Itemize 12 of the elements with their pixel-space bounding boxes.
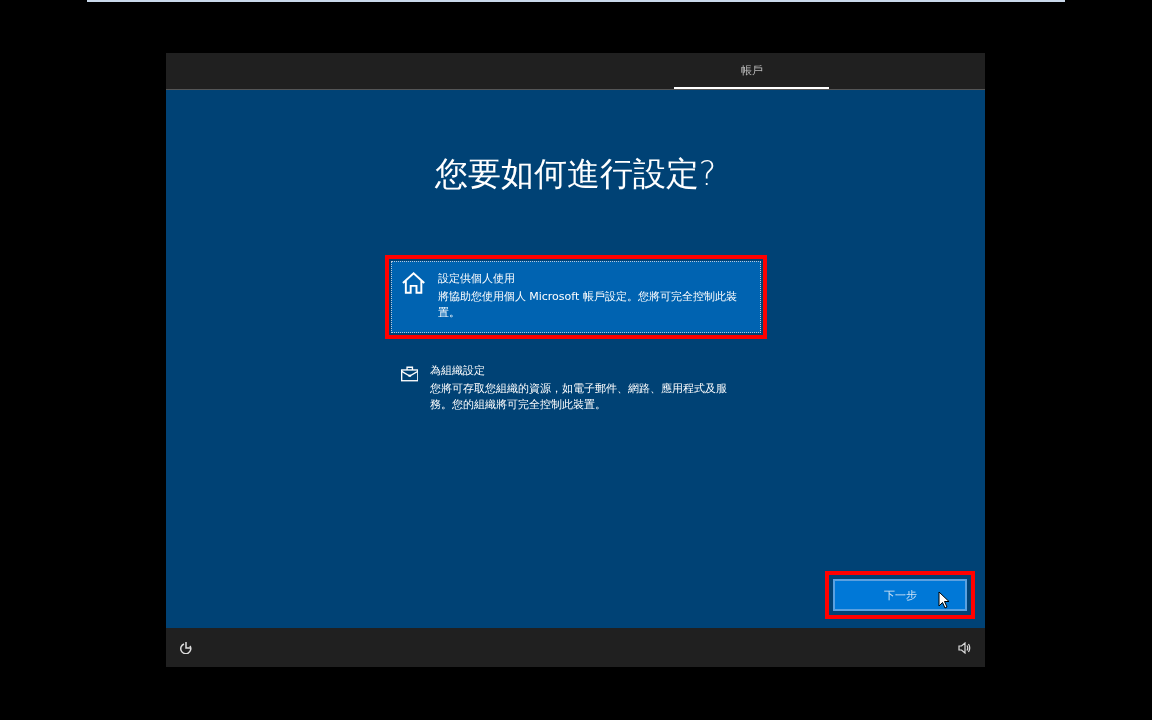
next-button[interactable]: 下一步 bbox=[833, 579, 967, 611]
speaker-icon[interactable] bbox=[958, 641, 971, 654]
accessibility-icon[interactable] bbox=[180, 641, 193, 654]
option-title: 設定供個人使用 bbox=[437, 271, 516, 287]
setup-option[interactable]: 設定供個人使用 將協助您使用個人 Microsoft 帳戶設定。您將可完全控制此裝置。 bbox=[390, 261, 761, 333]
house-icon bbox=[400, 271, 426, 295]
option-title: 為組織設定 bbox=[430, 363, 486, 379]
page-title: 您要如何進行設定? bbox=[434, 153, 717, 195]
mouse-pointer-icon bbox=[938, 591, 950, 609]
option-description: 將協助您使用個人 Microsoft 帳戶設定。您將可完全控制此裝置。 bbox=[437, 289, 738, 321]
setup-option[interactable]: 為組織設定 您將可存取您組織的資源，如電子郵件、網路、應用程式及服務。您的組織將可完全控制此裝置。 bbox=[390, 353, 761, 425]
option-description: 您將可存取您組織的資源，如電子郵件、網路、應用程式及服務。您的組織將可完全控制此裝置。 bbox=[430, 381, 728, 413]
